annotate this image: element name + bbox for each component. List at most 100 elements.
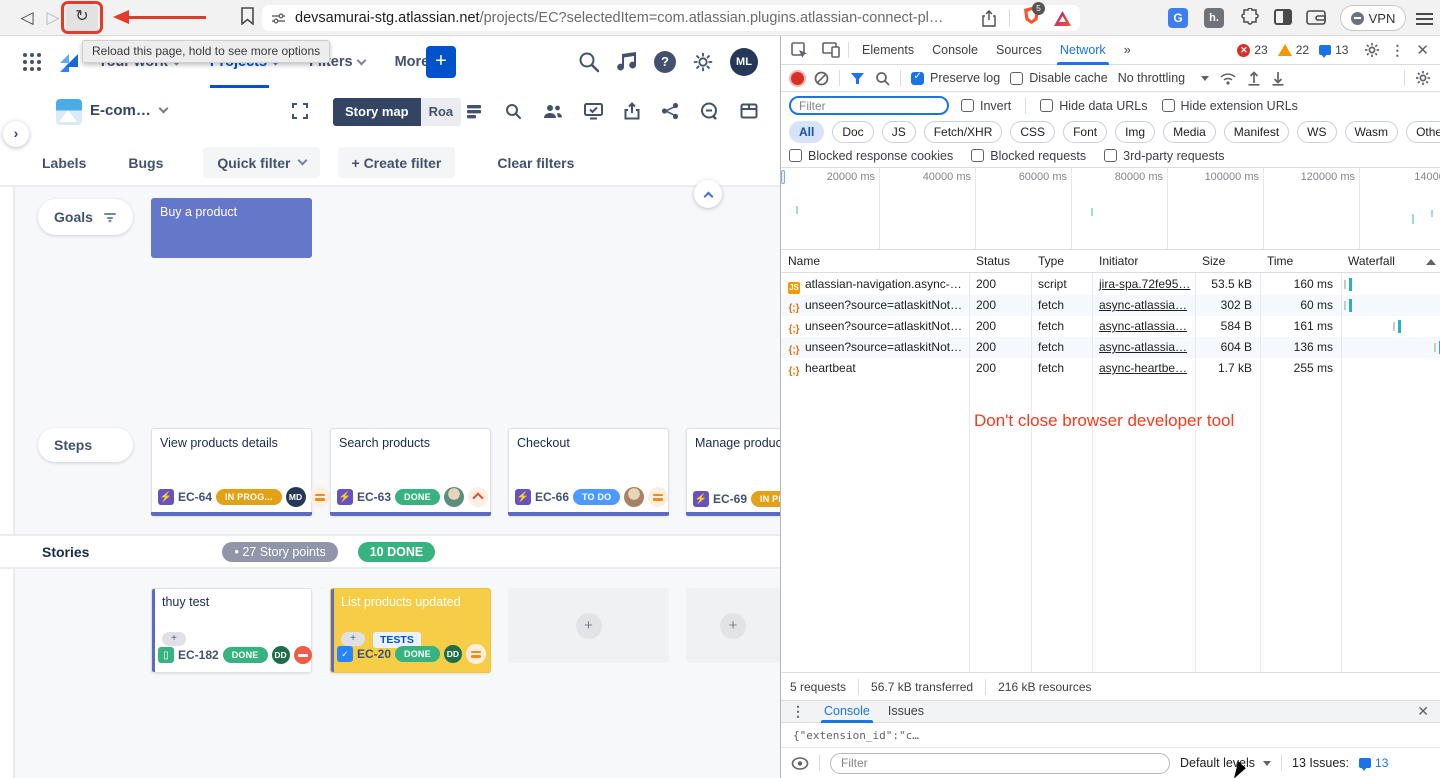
filter-toggle-icon[interactable]: [850, 72, 865, 85]
throttling-dropdown[interactable]: No throttling: [1118, 71, 1209, 85]
issues-summary[interactable]: 13 Issues:: [1292, 756, 1349, 770]
pill-all[interactable]: All: [789, 121, 824, 143]
network-conditions-icon[interactable]: [1219, 71, 1237, 85]
share-nodes-icon[interactable]: [661, 102, 679, 120]
fullscreen-icon[interactable]: [291, 102, 309, 120]
pill-doc[interactable]: Doc: [832, 121, 873, 143]
jira-logo[interactable]: [56, 50, 82, 76]
pill-font[interactable]: Font: [1063, 121, 1107, 143]
add-card-placeholder[interactable]: +: [686, 588, 780, 663]
inspect-element-icon[interactable]: [791, 42, 808, 59]
record-network-log-icon[interactable]: [791, 72, 804, 85]
wallet-icon[interactable]: [1306, 9, 1326, 26]
sidebar-icon[interactable]: [1274, 9, 1292, 25]
log-levels-dropdown[interactable]: Default levels: [1180, 756, 1271, 770]
issues-count[interactable]: 13: [1319, 43, 1348, 57]
url-text[interactable]: devsamurai-stg.atlassian.net/projects/EC…: [295, 10, 943, 26]
devtools-tab-network[interactable]: Network: [1051, 36, 1115, 65]
pill-fetch-xhr[interactable]: Fetch/XHR: [924, 121, 1003, 143]
pill-css[interactable]: CSS: [1010, 121, 1055, 143]
project-avatar[interactable]: [56, 99, 82, 125]
feedback-icon[interactable]: [700, 102, 719, 120]
clear-network-log-icon[interactable]: [814, 71, 829, 86]
devtools-tab-console[interactable]: Console: [923, 36, 987, 65]
network-overview-timeline[interactable]: 20000 ms40000 ms60000 ms80000 ms100000 m…: [781, 167, 1440, 250]
translate-extension-icon[interactable]: G: [1168, 8, 1188, 28]
browser-menu-icon[interactable]: [1416, 10, 1433, 28]
drawer-close-icon[interactable]: ✕: [1417, 703, 1429, 720]
devtools-tab-sources[interactable]: Sources: [987, 36, 1051, 65]
export-icon[interactable]: [624, 102, 640, 120]
people-icon[interactable]: [543, 102, 563, 120]
initiator-link[interactable]: async-atlassia…: [1099, 340, 1187, 354]
initiator-link[interactable]: jira-spa.72fe95…: [1099, 277, 1190, 291]
column-header-waterfall[interactable]: Waterfall: [1341, 250, 1440, 273]
device-toolbar-icon[interactable]: [822, 42, 840, 58]
quick-filter-button[interactable]: Quick filter: [203, 147, 319, 178]
create-issue-button[interactable]: +: [426, 46, 456, 78]
disable-cache-checkbox[interactable]: Disable cache: [1010, 71, 1108, 85]
step-card[interactable]: Checkout⚡EC-66TO DO: [508, 428, 669, 516]
column-header-status[interactable]: Status: [969, 250, 1031, 273]
checkbox-3rd-party-requests[interactable]: 3rd-party requests: [1104, 149, 1224, 163]
filter-labels[interactable]: Labels: [42, 155, 86, 171]
console-log-entry[interactable]: {"extension_id":"c…: [781, 723, 1440, 748]
network-settings-icon[interactable]: [1415, 70, 1431, 86]
project-switcher[interactable]: E-com…: [90, 102, 167, 119]
checkbox-blocked-requests[interactable]: Blocked requests: [971, 149, 1086, 163]
site-settings-icon[interactable]: [270, 10, 287, 27]
pill-js[interactable]: JS: [882, 121, 916, 143]
devtools-settings-icon[interactable]: [1364, 42, 1380, 58]
app-switcher-icon[interactable]: [22, 52, 42, 72]
back-button[interactable]: ◁: [16, 7, 38, 29]
expand-sidebar-button[interactable]: ›: [3, 121, 29, 147]
brave-rewards-icon[interactable]: [1053, 10, 1072, 27]
create-filter-button[interactable]: + Create filter: [338, 147, 456, 178]
brave-shield-icon[interactable]: 5: [1023, 6, 1040, 30]
collapse-rows-button[interactable]: [694, 180, 722, 208]
checkbox-blocked-response-cookies[interactable]: Blocked response cookies: [789, 149, 953, 163]
user-avatar[interactable]: ML: [730, 48, 758, 76]
step-card[interactable]: Manage products⚡EC-69IN PROG...: [686, 428, 780, 516]
release-panel-icon[interactable]: [740, 102, 758, 120]
filter-bugs[interactable]: Bugs: [128, 155, 163, 171]
search-icon[interactable]: [577, 50, 601, 74]
devtools-menu-icon[interactable]: ⋮: [1390, 42, 1404, 59]
pill-ws[interactable]: WS: [1297, 121, 1336, 143]
column-header-type[interactable]: Type: [1031, 250, 1092, 273]
preserve-log-checkbox[interactable]: Preserve log: [911, 71, 1000, 85]
pill-wasm[interactable]: Wasm: [1345, 121, 1399, 143]
search-board-icon[interactable]: [504, 102, 522, 120]
devtools-close-icon[interactable]: ✕: [1416, 41, 1429, 59]
warning-count[interactable]: 22: [1278, 43, 1309, 57]
issues-badge[interactable]: 13: [1359, 756, 1388, 770]
step-card[interactable]: Search products⚡EC-63DONE: [330, 428, 491, 516]
add-label-button[interactable]: +: [162, 632, 186, 646]
checkbox-invert[interactable]: Invert: [961, 99, 1011, 113]
h-extension-icon[interactable]: h.: [1204, 8, 1224, 28]
story-map-tab[interactable]: Story map: [333, 98, 421, 126]
drawer-tab-issues[interactable]: Issues: [879, 700, 933, 723]
devtools-tab-elements[interactable]: Elements: [853, 36, 923, 65]
checkbox-hide-extension-urls[interactable]: Hide extension URLs: [1162, 99, 1298, 113]
pill-img[interactable]: Img: [1115, 121, 1155, 143]
notifications-icon[interactable]: [617, 50, 641, 74]
column-header-initiator[interactable]: Initiator: [1092, 250, 1195, 273]
import-har-icon[interactable]: [1247, 71, 1261, 86]
pill-other[interactable]: Other: [1406, 121, 1440, 143]
help-icon[interactable]: ?: [654, 51, 676, 73]
drawer-tab-console[interactable]: Console: [815, 700, 879, 723]
add-card-placeholder[interactable]: +: [508, 588, 669, 663]
error-count[interactable]: ✕23: [1237, 43, 1267, 57]
pill-manifest[interactable]: Manifest: [1224, 121, 1289, 143]
checkbox-hide-data-urls[interactable]: Hide data URLs: [1040, 99, 1147, 113]
steps-row-label[interactable]: Steps: [38, 428, 133, 462]
clear-filters-button[interactable]: Clear filters: [497, 155, 574, 171]
roadmap-tab[interactable]: Roa: [421, 98, 462, 126]
settings-gear-icon[interactable]: [692, 51, 714, 73]
column-header-size[interactable]: Size: [1195, 250, 1260, 273]
story-card[interactable]: List products updated+TESTS✓EC-20DONEDD: [330, 588, 491, 673]
story-card[interactable]: thuy test+▯EC-182DONEDD: [151, 588, 312, 673]
initiator-link[interactable]: async-heartbe…: [1099, 361, 1187, 375]
display-check-icon[interactable]: [584, 102, 603, 120]
